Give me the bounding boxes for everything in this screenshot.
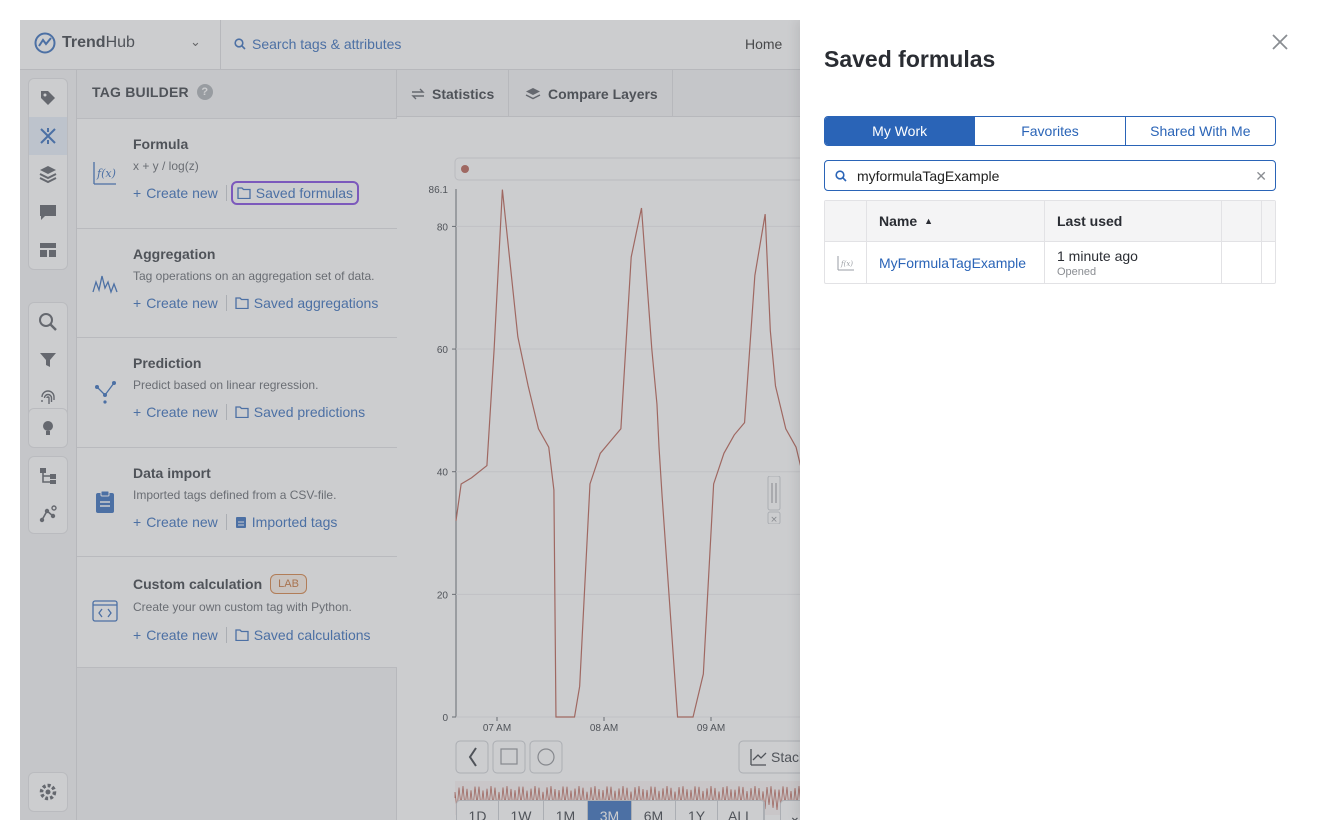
status-text: Opened [1057, 265, 1097, 278]
modal-backdrop[interactable] [20, 20, 800, 820]
header-icon-cell [825, 201, 867, 241]
svg-text:f(x): f(x) [840, 260, 853, 268]
name-column-header[interactable]: Name ▲ [867, 201, 1045, 241]
search-icon [825, 169, 857, 182]
drawer-title: Saved formulas [824, 46, 996, 72]
formula-search-input[interactable] [857, 167, 1247, 184]
tab-favorites[interactable]: Favorites [975, 117, 1126, 145]
formula-row-icon: f(x) [825, 242, 867, 283]
row-action-cell[interactable] [1222, 242, 1262, 283]
tab-shared-with-me[interactable]: Shared With Me [1126, 117, 1275, 145]
table-row[interactable]: f(x) MyFormulaTagExample 1 minute ago Op… [825, 242, 1275, 283]
formula-name-link[interactable]: MyFormulaTagExample [867, 242, 1045, 283]
clear-search-icon[interactable]: ✕ [1255, 168, 1267, 185]
app-window: TrendHub ⌄ Search tags & attributes Home [20, 20, 1300, 820]
sort-ascending-icon: ▲ [924, 216, 934, 226]
drawer-tabs: My Work Favorites Shared With Me [824, 116, 1276, 146]
last-used-column-header[interactable]: Last used [1045, 201, 1222, 241]
table-header-row: Name ▲ Last used [825, 201, 1275, 242]
close-icon[interactable] [1270, 32, 1290, 52]
header-spacer [1262, 201, 1275, 241]
saved-formulas-drawer: Saved formulas My Work Favorites Shared … [800, 20, 1300, 820]
formula-search-box: ✕ [824, 160, 1276, 191]
tab-my-work[interactable]: My Work [825, 117, 976, 145]
header-spacer [1222, 201, 1262, 241]
row-spacer [1262, 242, 1275, 283]
formulas-table: Name ▲ Last used f(x) MyFormulaTagExampl… [824, 200, 1276, 284]
last-used-cell: 1 minute ago Opened [1045, 242, 1222, 283]
